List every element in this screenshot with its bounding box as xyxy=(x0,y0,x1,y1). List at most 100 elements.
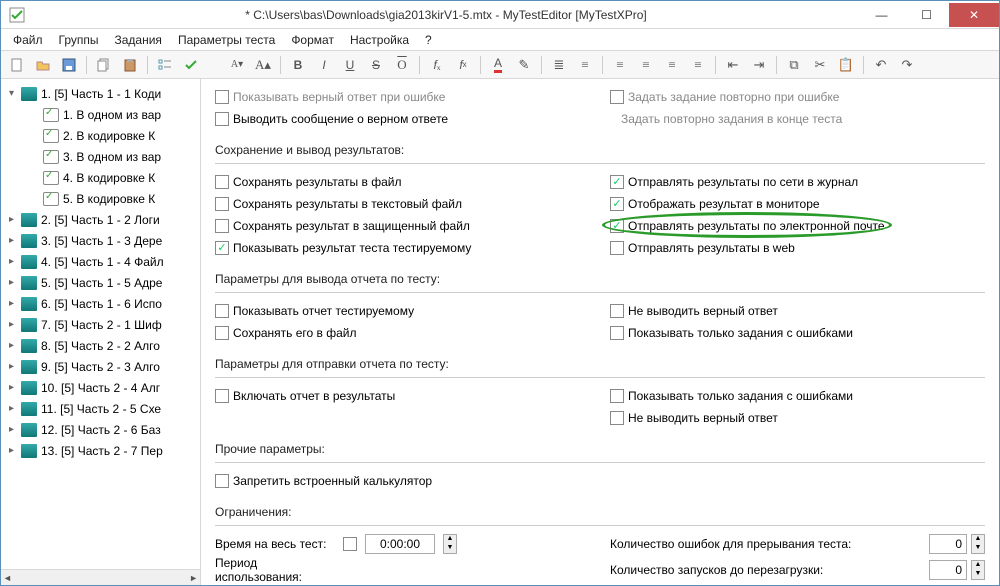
opt-label: Не выводить верный ответ xyxy=(628,411,778,425)
tree-item[interactable]: 8. [5] Часть 2 - 2 Алго xyxy=(41,339,160,353)
tb-new-icon[interactable] xyxy=(5,54,29,76)
sidebar: ▾1. [5] Часть 1 - 1 Коди 1. В одном из в… xyxy=(1,79,201,585)
tree-item[interactable]: 4. В кодировке К xyxy=(63,171,155,185)
tb-align-left-icon[interactable]: ≡ xyxy=(608,54,632,76)
tb-copy2-icon[interactable]: ⧉ xyxy=(782,54,806,76)
tb-save-icon[interactable] xyxy=(57,54,81,76)
checkbox-email[interactable] xyxy=(610,219,624,233)
tb-strike-icon[interactable]: S xyxy=(364,54,388,76)
tree-item[interactable]: 3. В одном из вар xyxy=(63,150,161,164)
task-icon xyxy=(43,129,59,143)
tb-align-justify-icon[interactable]: ≡ xyxy=(686,54,710,76)
tree-item[interactable]: 10. [5] Часть 2 - 4 Алг xyxy=(41,381,160,395)
tb-redo-icon[interactable]: ↷ xyxy=(895,54,919,76)
menu-file[interactable]: Файл xyxy=(5,31,51,49)
checkbox[interactable] xyxy=(610,175,624,189)
tree-item[interactable]: 5. В кодировке К xyxy=(63,192,155,206)
menu-tasks[interactable]: Задания xyxy=(107,31,170,49)
tree[interactable]: ▾1. [5] Часть 1 - 1 Коди 1. В одном из в… xyxy=(1,79,200,569)
opt-label: Запретить встроенный калькулятор xyxy=(233,474,432,488)
tb-underline-icon[interactable]: U xyxy=(338,54,362,76)
checkbox[interactable] xyxy=(610,304,624,318)
tb-ol-icon[interactable]: ≡ xyxy=(573,54,597,76)
opt-label: Сохранять его в файл xyxy=(233,326,357,340)
toolbar: A▾ A▴ B I U S O fₓ fx A ✎ ≣ ≡ ≡ ≡ ≡ ≡ ⇤ … xyxy=(1,51,999,79)
tb-color-icon[interactable]: A xyxy=(486,54,510,76)
maximize-button[interactable]: ☐ xyxy=(904,3,949,27)
tree-item[interactable]: 7. [5] Часть 2 - 1 Шиф xyxy=(41,318,162,332)
window-title: * C:\Users\bas\Downloads\gia2013kirV1-5.… xyxy=(33,8,859,22)
close-button[interactable]: ✕ xyxy=(949,3,999,27)
tb-italic-icon[interactable]: I xyxy=(312,54,336,76)
minimize-button[interactable]: — xyxy=(859,3,904,27)
tree-item[interactable]: 6. [5] Часть 1 - 6 Испо xyxy=(41,297,162,311)
tree-item[interactable]: 3. [5] Часть 1 - 3 Дере xyxy=(41,234,162,248)
checkbox[interactable] xyxy=(215,326,229,340)
num-input[interactable] xyxy=(929,534,967,554)
settings-panel[interactable]: Показывать верный ответ при ошибке Задат… xyxy=(201,79,999,585)
tb-checklist-icon[interactable] xyxy=(153,54,177,76)
menu-test-params[interactable]: Параметры теста xyxy=(170,31,283,49)
tb-indent-dec-icon[interactable]: ⇤ xyxy=(721,54,745,76)
num-input[interactable] xyxy=(929,560,967,580)
tb-align-right-icon[interactable]: ≡ xyxy=(660,54,684,76)
checkbox[interactable] xyxy=(215,175,229,189)
tb-overline-icon[interactable]: O xyxy=(390,54,414,76)
tb-open-icon[interactable] xyxy=(31,54,55,76)
checkbox[interactable] xyxy=(215,474,229,488)
checkbox[interactable] xyxy=(215,219,229,233)
time-input[interactable] xyxy=(365,534,435,554)
tb-highlight-icon[interactable]: ✎ xyxy=(512,54,536,76)
checkbox[interactable] xyxy=(610,326,624,340)
tb-sub-icon[interactable]: fₓ xyxy=(425,54,449,76)
opt-label: Показывать только задания с ошибками xyxy=(628,389,853,403)
tb-cut-icon[interactable]: ✂ xyxy=(808,54,832,76)
tb-paste-icon[interactable] xyxy=(118,54,142,76)
task-icon xyxy=(43,108,59,122)
checkbox[interactable] xyxy=(610,90,624,104)
folder-icon xyxy=(21,339,37,353)
tree-item[interactable]: 2. В кодировке К xyxy=(63,129,155,143)
menu-format[interactable]: Формат xyxy=(283,31,342,49)
tree-item[interactable]: 2. [5] Часть 1 - 2 Логи xyxy=(41,213,160,227)
checkbox[interactable] xyxy=(610,389,624,403)
tb-sup-icon[interactable]: fx xyxy=(451,54,475,76)
tb-align-center-icon[interactable]: ≡ xyxy=(634,54,658,76)
tb-copy-icon[interactable] xyxy=(92,54,116,76)
checkbox[interactable] xyxy=(215,112,229,126)
tree-item[interactable]: 12. [5] Часть 2 - 6 Баз xyxy=(41,423,161,437)
tree-root[interactable]: 1. [5] Часть 1 - 1 Коди xyxy=(41,87,161,101)
tree-item[interactable]: 9. [5] Часть 2 - 3 Алго xyxy=(41,360,160,374)
folder-icon xyxy=(21,381,37,395)
checkbox[interactable] xyxy=(610,197,624,211)
tb-bold-icon[interactable]: B xyxy=(286,54,310,76)
tb-check-icon[interactable] xyxy=(179,54,203,76)
opt-label: Показывать отчет тестируемому xyxy=(233,304,414,318)
checkbox[interactable] xyxy=(215,389,229,403)
checkbox[interactable] xyxy=(215,90,229,104)
menu-settings[interactable]: Настройка xyxy=(342,31,417,49)
task-icon xyxy=(43,150,59,164)
menu-help[interactable]: ? xyxy=(417,31,440,49)
checkbox[interactable] xyxy=(610,241,624,255)
tree-item[interactable]: 1. В одном из вар xyxy=(63,108,161,122)
checkbox[interactable] xyxy=(215,241,229,255)
tb-font-dec-icon[interactable]: A▾ xyxy=(225,54,249,76)
tb-undo-icon[interactable]: ↶ xyxy=(869,54,893,76)
tb-paste2-icon[interactable]: 📋 xyxy=(834,54,858,76)
checkbox[interactable] xyxy=(610,411,624,425)
checkbox[interactable] xyxy=(215,304,229,318)
horizontal-scrollbar[interactable]: ◄► xyxy=(1,569,200,585)
checkbox[interactable] xyxy=(215,197,229,211)
tree-item[interactable]: 4. [5] Часть 1 - 4 Файл xyxy=(41,255,164,269)
tb-ul-icon[interactable]: ≣ xyxy=(547,54,571,76)
tb-font-inc-icon[interactable]: A▴ xyxy=(251,54,275,76)
tree-item[interactable]: 13. [5] Часть 2 - 7 Пер xyxy=(41,444,163,458)
menu-groups[interactable]: Группы xyxy=(51,31,107,49)
folder-icon xyxy=(21,234,37,248)
tree-item[interactable]: 5. [5] Часть 1 - 5 Адре xyxy=(41,276,162,290)
tree-item[interactable]: 11. [5] Часть 2 - 5 Схе xyxy=(41,402,161,416)
tb-indent-inc-icon[interactable]: ⇥ xyxy=(747,54,771,76)
opt-label: Задать повторно задания в конце теста xyxy=(621,112,842,126)
checkbox[interactable] xyxy=(343,537,357,551)
